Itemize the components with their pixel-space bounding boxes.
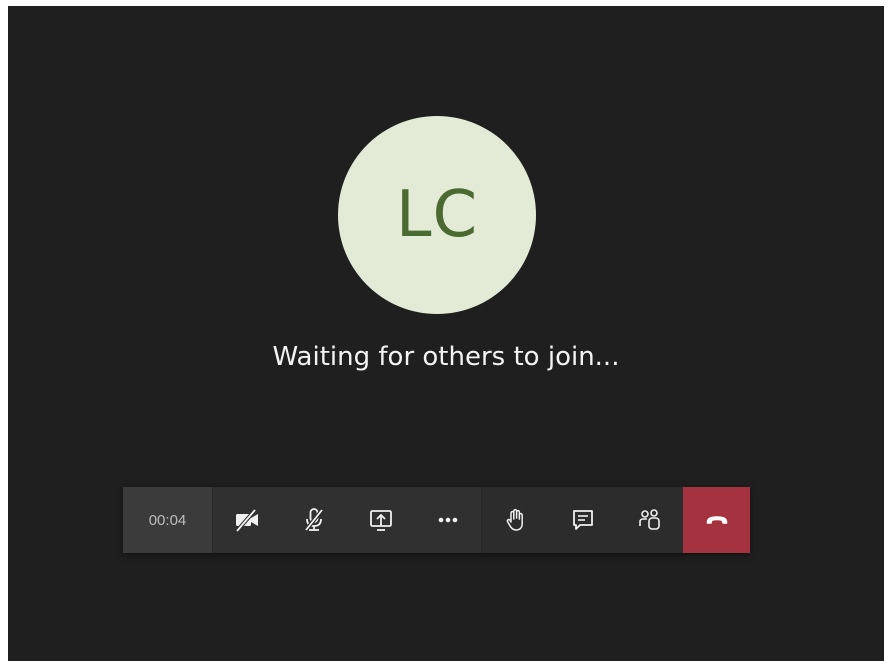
camera-off-button[interactable]	[213, 487, 280, 553]
camera-off-icon	[234, 508, 258, 533]
share-screen-icon	[369, 510, 392, 531]
raise-hand-button[interactable]	[482, 487, 549, 553]
call-stage: LC Waiting for others to join... 00:04	[8, 6, 884, 661]
chat-button[interactable]	[549, 487, 616, 553]
hang-up-icon	[706, 516, 727, 524]
media-controls-group	[212, 487, 481, 553]
call-toolbar: 00:04	[123, 487, 750, 553]
call-timer: 00:04	[123, 487, 212, 553]
mic-off-icon	[303, 508, 324, 532]
more-actions-button[interactable]	[414, 487, 481, 553]
participants-button[interactable]	[616, 487, 683, 553]
avatar-initials: LC	[395, 178, 479, 252]
more-icon	[438, 517, 457, 523]
chat-icon	[572, 510, 593, 530]
participants-icon	[638, 509, 660, 530]
avatar: LC	[338, 116, 536, 314]
raise-hand-icon	[506, 508, 523, 531]
mic-off-button[interactable]	[280, 487, 347, 553]
share-screen-button[interactable]	[347, 487, 414, 553]
call-status-text: Waiting for others to join...	[272, 342, 620, 372]
collaboration-controls-group	[481, 487, 683, 553]
hang-up-button[interactable]	[683, 487, 750, 553]
